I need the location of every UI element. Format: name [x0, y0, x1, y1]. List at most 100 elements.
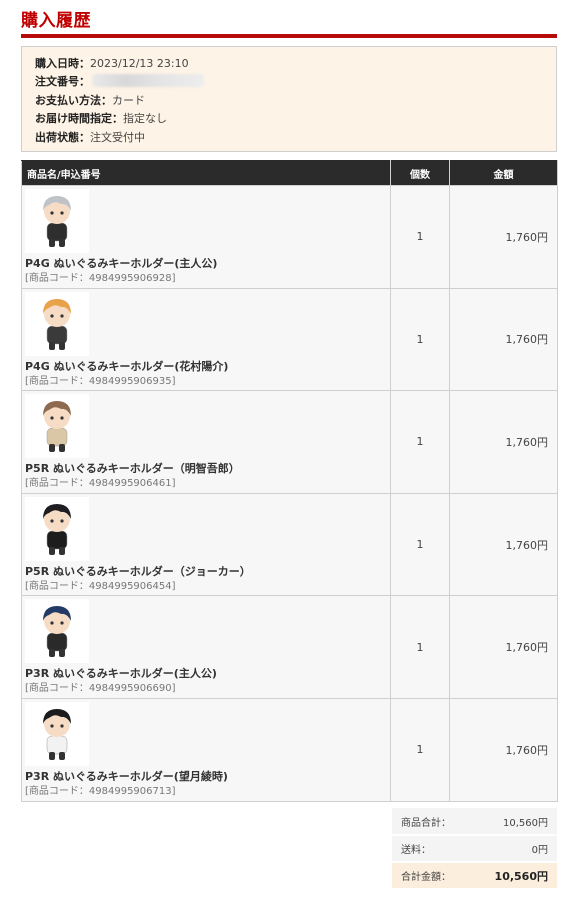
plush-leg: [49, 546, 55, 555]
shipping-fee-label: 送料：: [392, 835, 482, 862]
plush-leg: [49, 239, 55, 247]
plush-leg: [49, 444, 55, 453]
product-name[interactable]: P3R ぬいぐるみキーホルダー(主人公): [25, 666, 390, 681]
table-row: P3R ぬいぐるみキーホルダー(望月綾時) [商品コード：49849959067…: [21, 697, 558, 802]
product-code: [商品コード：4984995906935]: [25, 375, 176, 387]
grand-total-label: 合計金額：: [392, 862, 482, 889]
title-divider: [21, 34, 557, 38]
plush-leg: [59, 444, 65, 453]
quantity-cell: 1: [390, 697, 450, 802]
order-number-row: 注文番号：: [35, 73, 556, 91]
quantity-cell: 1: [390, 595, 450, 699]
grand-total-row: 合計金額： 10,560円: [392, 862, 557, 889]
plush-leg: [49, 751, 55, 760]
plush-body: [46, 325, 68, 344]
table-row: P5R ぬいぐるみキーホルダー（明智吾郎） [商品コード：49849959064…: [21, 390, 558, 494]
payment-row: お支払い方法：カード: [35, 92, 556, 110]
plush-leg: [49, 341, 55, 350]
price-cell: 1,760円: [449, 287, 558, 392]
shipping-fee-row: 送料： 0円: [392, 835, 557, 862]
table-header-row: 商品名/申込番号 個数 金額: [21, 160, 558, 186]
plush-figure-icon: [43, 503, 71, 555]
product-image[interactable]: [25, 701, 89, 766]
plush-eye: [60, 313, 64, 318]
quantity-cell: 1: [390, 287, 450, 392]
order-number-redacted: [92, 74, 204, 88]
product-cell: P5R ぬいぐるみキーホルダー（明智吾郎） [商品コード：49849959064…: [21, 390, 391, 494]
plush-body: [46, 222, 68, 242]
plush-leg: [49, 649, 55, 658]
plush-eye: [50, 519, 54, 523]
product-cell: P4G ぬいぐるみキーホルダー(主人公) [商品コード：498499590692…: [21, 185, 391, 289]
product-code: [商品コード：4984995906713]: [25, 785, 176, 797]
quantity-cell: 1: [390, 390, 450, 494]
product-name[interactable]: P5R ぬいぐるみキーホルダー（ジョーカー）: [25, 564, 390, 579]
plush-body: [46, 530, 68, 550]
product-code: [商品コード：4984995906690]: [25, 683, 176, 695]
plush-eye: [50, 621, 54, 625]
grand-total-value: 10,560円: [482, 862, 557, 889]
payment-label: お支払い方法：: [35, 93, 112, 107]
order-info-box: 購入日時：2023/12/13 23:10 注文番号： お支払い方法：カード お…: [21, 46, 557, 152]
product-name[interactable]: P4G ぬいぐるみキーホルダー(主人公): [25, 256, 390, 271]
table-row: P4G ぬいぐるみキーホルダー(花村陽介) [商品コード：49849959069…: [21, 287, 558, 392]
plush-eye: [50, 313, 54, 318]
price-cell: 1,760円: [449, 595, 558, 699]
product-code: [商品コード：4984995906461]: [25, 478, 176, 490]
order-date-row: 購入日時：2023/12/13 23:10: [35, 55, 556, 73]
product-name[interactable]: P3R ぬいぐるみキーホルダー(望月綾時): [25, 769, 390, 784]
quantity-cell: 1: [390, 185, 450, 289]
plush-eye: [60, 724, 64, 728]
plush-leg: [59, 649, 65, 658]
delivery-row: お届け時間指定：指定なし: [35, 110, 556, 128]
delivery-label: お届け時間指定：: [35, 112, 123, 126]
product-image[interactable]: [25, 496, 89, 561]
product-cell: P3R ぬいぐるみキーホルダー(主人公) [商品コード：498499590669…: [21, 595, 391, 699]
price-cell: 1,760円: [449, 492, 558, 597]
price-cell: 1,760円: [449, 390, 558, 494]
plush-figure-icon: [43, 196, 71, 247]
subtotal-row: 商品合計： 10,560円: [392, 808, 557, 835]
plush-figure-icon: [43, 298, 71, 350]
price-cell: 1,760円: [449, 185, 558, 289]
product-code: [商品コード：4984995906928]: [25, 273, 176, 284]
plush-eye: [60, 211, 64, 215]
plush-body: [46, 735, 68, 755]
product-code: [商品コード：4984995906454]: [25, 580, 176, 592]
shipping-status-value: 注文受付中: [90, 130, 145, 144]
plush-eye: [50, 211, 54, 215]
order-date-label: 購入日時：: [35, 57, 90, 70]
product-image[interactable]: [25, 291, 89, 356]
subtotal-label: 商品合計：: [392, 808, 482, 835]
product-name[interactable]: P5R ぬいぐるみキーホルダー（明智吾郎）: [25, 461, 390, 476]
shipping-fee-value: 0円: [482, 835, 557, 862]
delivery-value: 指定なし: [123, 112, 167, 126]
plush-figure-icon: [43, 606, 71, 658]
plush-eye: [60, 621, 64, 625]
product-image[interactable]: [25, 189, 89, 253]
plush-figure-icon: [43, 708, 71, 760]
payment-value: カード: [112, 93, 145, 107]
plush-leg: [59, 546, 65, 555]
product-cell: P4G ぬいぐるみキーホルダー(花村陽介) [商品コード：49849959069…: [21, 287, 391, 392]
page-title: 購入履歴: [21, 11, 91, 31]
quantity-cell: 1: [390, 492, 450, 597]
order-totals: 商品合計： 10,560円 送料： 0円 合計金額： 10,560円: [392, 808, 557, 890]
header-price: 金額: [449, 160, 558, 186]
plush-body: [46, 427, 68, 447]
order-number-label: 注文番号：: [35, 75, 90, 89]
order-items-table: 商品名/申込番号 個数 金額 P4G ぬいぐるみキーホルダー(主人公) [商品コ…: [21, 160, 558, 802]
price-cell: 1,760円: [449, 697, 558, 802]
product-cell: P5R ぬいぐるみキーホルダー（ジョーカー） [商品コード：4984995906…: [21, 492, 391, 597]
plush-leg: [59, 341, 65, 350]
subtotal-value: 10,560円: [482, 808, 557, 835]
product-image[interactable]: [25, 394, 89, 459]
product-name[interactable]: P4G ぬいぐるみキーホルダー(花村陽介): [25, 359, 390, 374]
plush-leg: [59, 751, 65, 760]
product-cell: P3R ぬいぐるみキーホルダー(望月綾時) [商品コード：49849959067…: [21, 697, 391, 802]
product-image[interactable]: [25, 599, 89, 664]
plush-leg: [59, 239, 65, 247]
plush-figure-icon: [43, 401, 71, 453]
header-product-name: 商品名/申込番号: [21, 160, 391, 186]
plush-eye: [60, 416, 64, 420]
